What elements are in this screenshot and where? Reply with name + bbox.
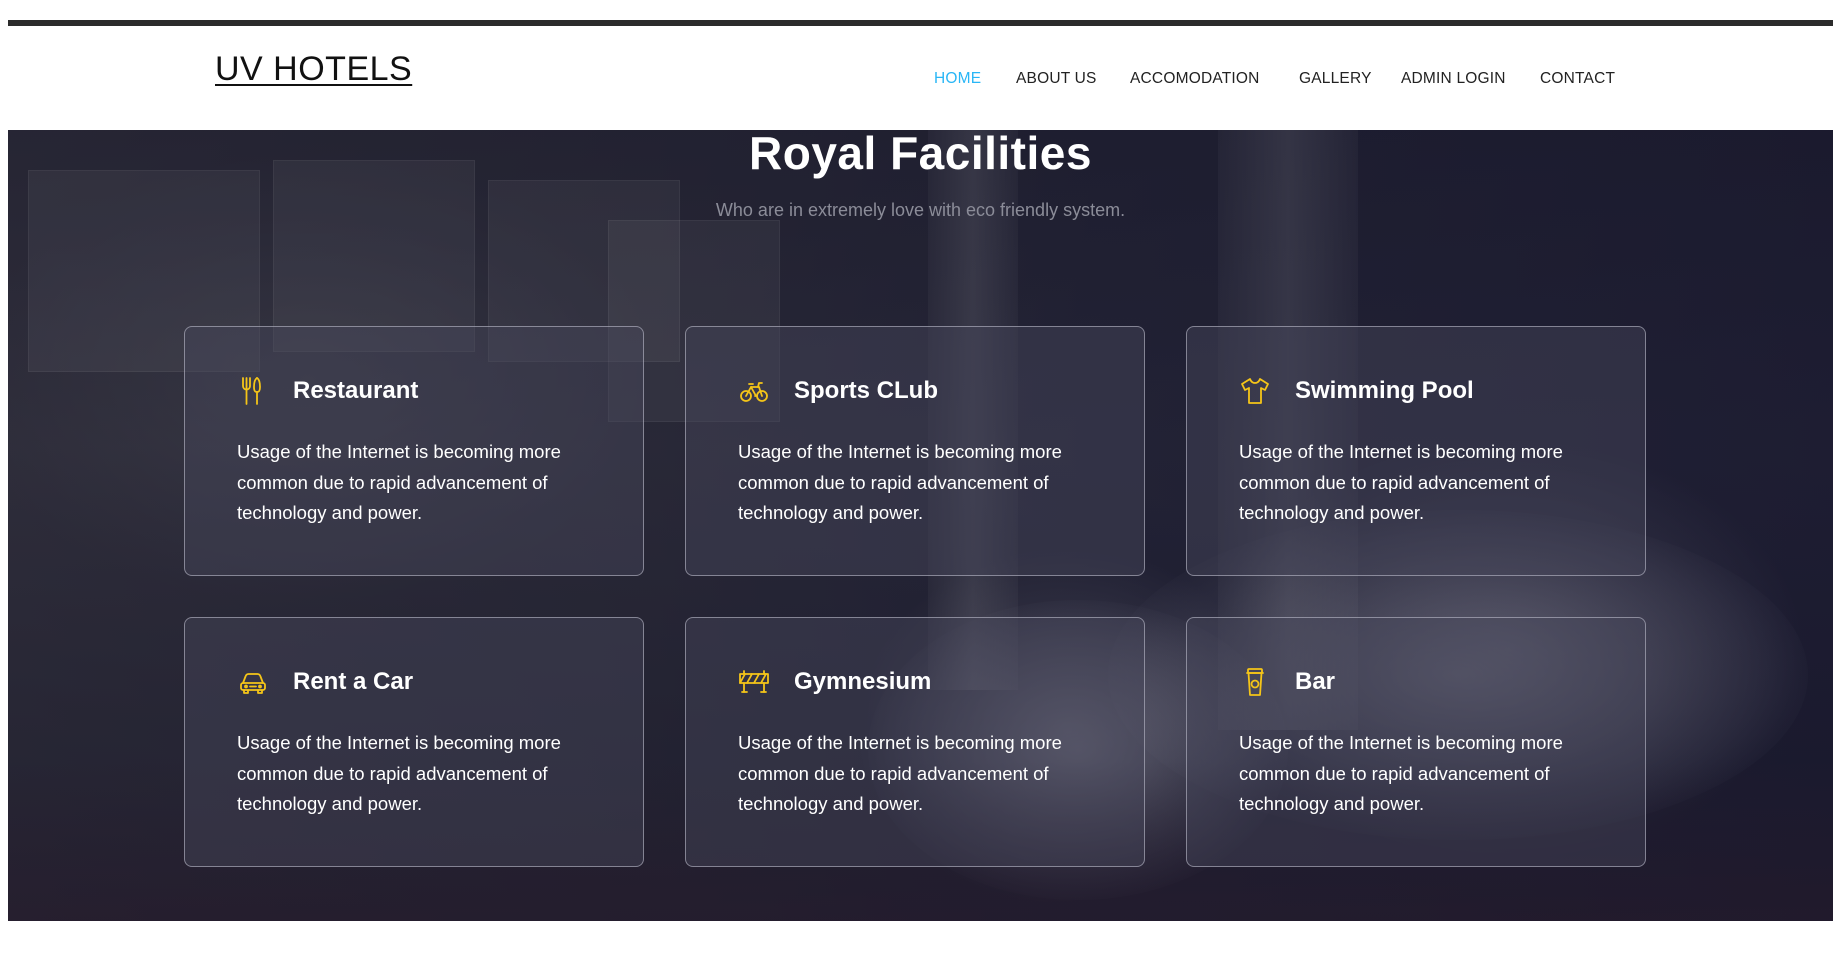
card-header: Sports CLub	[738, 373, 938, 409]
nav-contact[interactable]: CONTACT	[1540, 70, 1615, 88]
nav-admin-login[interactable]: ADMIN LOGIN	[1401, 70, 1506, 88]
card-title: Gymnesium	[794, 668, 932, 695]
facility-card-gymnesium[interactable]: Gymnesium Usage of the Internet is becom…	[685, 617, 1145, 867]
nav-gallery[interactable]: GALLERY	[1299, 70, 1372, 88]
card-header: Swimming Pool	[1239, 373, 1474, 409]
facility-card-sports-club[interactable]: Sports CLub Usage of the Internet is bec…	[685, 326, 1145, 576]
card-title: Swimming Pool	[1295, 377, 1474, 404]
nav-home[interactable]: HOME	[934, 70, 981, 88]
card-title: Restaurant	[293, 377, 419, 404]
main-menu: HOME ABOUT US ACCOMODATION GALLERY ADMIN…	[8, 70, 1833, 90]
facility-card-bar[interactable]: Bar Usage of the Internet is becoming mo…	[1186, 617, 1646, 867]
card-header: Rent a Car	[237, 664, 413, 700]
bicycle-icon	[738, 375, 770, 407]
card-title: Bar	[1295, 668, 1336, 695]
card-header: Gymnesium	[738, 664, 931, 700]
facility-card-rent-a-car[interactable]: Rent a Car Usage of the Internet is beco…	[184, 617, 644, 867]
shirt-icon	[1239, 375, 1271, 407]
facilities-section: Royal Facilities Who are in extremely lo…	[8, 130, 1833, 921]
card-description: Usage of the Internet is becoming more c…	[738, 441, 1062, 523]
bg-window-panel	[273, 160, 475, 352]
barrier-icon	[738, 666, 770, 698]
page: UV HOTELS HOME ABOUT US ACCOMODATION GAL…	[0, 0, 1833, 954]
car-icon	[237, 666, 269, 698]
card-description: Usage of the Internet is becoming more c…	[237, 441, 561, 523]
facility-card-restaurant[interactable]: Restaurant Usage of the Internet is beco…	[184, 326, 644, 576]
card-title: Sports CLub	[794, 377, 938, 404]
section-title: Royal Facilities	[749, 130, 1092, 179]
navbar: UV HOTELS HOME ABOUT US ACCOMODATION GAL…	[8, 26, 1833, 130]
card-description: Usage of the Internet is becoming more c…	[237, 732, 561, 814]
nav-accomodation[interactable]: ACCOMODATION	[1130, 70, 1260, 88]
nav-about-us[interactable]: ABOUT US	[1016, 70, 1097, 88]
section-subtitle: Who are in extremely love with eco frien…	[715, 200, 1126, 220]
card-description: Usage of the Internet is becoming more c…	[1239, 441, 1563, 523]
card-header: Bar	[1239, 664, 1335, 700]
facility-card-swimming-pool[interactable]: Swimming Pool Usage of the Internet is b…	[1186, 326, 1646, 576]
card-description: Usage of the Internet is becoming more c…	[1239, 732, 1563, 814]
cutlery-icon	[237, 375, 269, 407]
card-description: Usage of the Internet is becoming more c…	[738, 732, 1062, 814]
cup-icon	[1239, 666, 1271, 698]
card-header: Restaurant	[237, 373, 418, 409]
card-title: Rent a Car	[293, 668, 414, 695]
